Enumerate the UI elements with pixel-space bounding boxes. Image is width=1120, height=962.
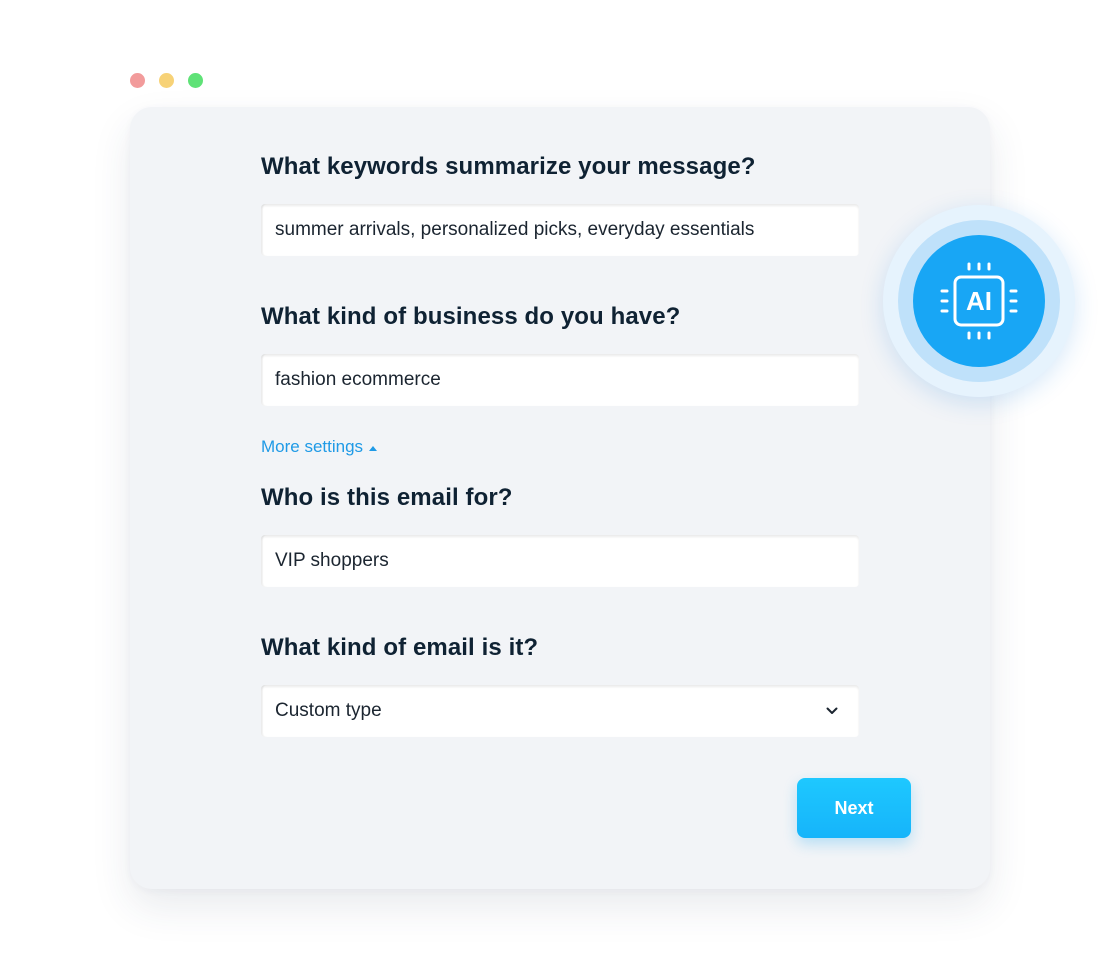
form-card: What keywords summarize your message? su… [130,107,990,889]
ai-badge-core: AI [913,235,1045,367]
business-input[interactable]: fashion ecommerce [261,354,859,406]
next-button[interactable]: Next [797,778,911,838]
window-controls [130,73,203,88]
maximize-window-dot[interactable] [188,73,203,88]
email-type-select[interactable]: Custom type [261,685,859,737]
ai-badge: AI [883,205,1075,397]
audience-input[interactable]: VIP shoppers [261,535,859,587]
audience-input-value: VIP shoppers [275,550,389,571]
keywords-input[interactable]: summer arrivals, personalized picks, eve… [261,204,859,256]
email-type-selected: Custom type [275,700,382,721]
keywords-input-value: summer arrivals, personalized picks, eve… [275,219,755,240]
audience-question: Who is this email for? [261,484,513,511]
page: What keywords summarize your message? su… [0,0,1120,962]
email-type-question: What kind of email is it? [261,634,539,661]
more-settings-toggle[interactable]: More settings [261,437,378,457]
ai-chip-icon: AI [940,262,1018,340]
keywords-question: What keywords summarize your message? [261,153,756,180]
more-settings-label: More settings [261,437,364,456]
caret-up-icon [369,445,378,451]
minimize-window-dot[interactable] [159,73,174,88]
business-question: What kind of business do you have? [261,303,681,330]
business-input-value: fashion ecommerce [275,369,441,390]
chevron-down-icon [825,704,839,718]
ai-badge-label: AI [966,286,992,316]
close-window-dot[interactable] [130,73,145,88]
